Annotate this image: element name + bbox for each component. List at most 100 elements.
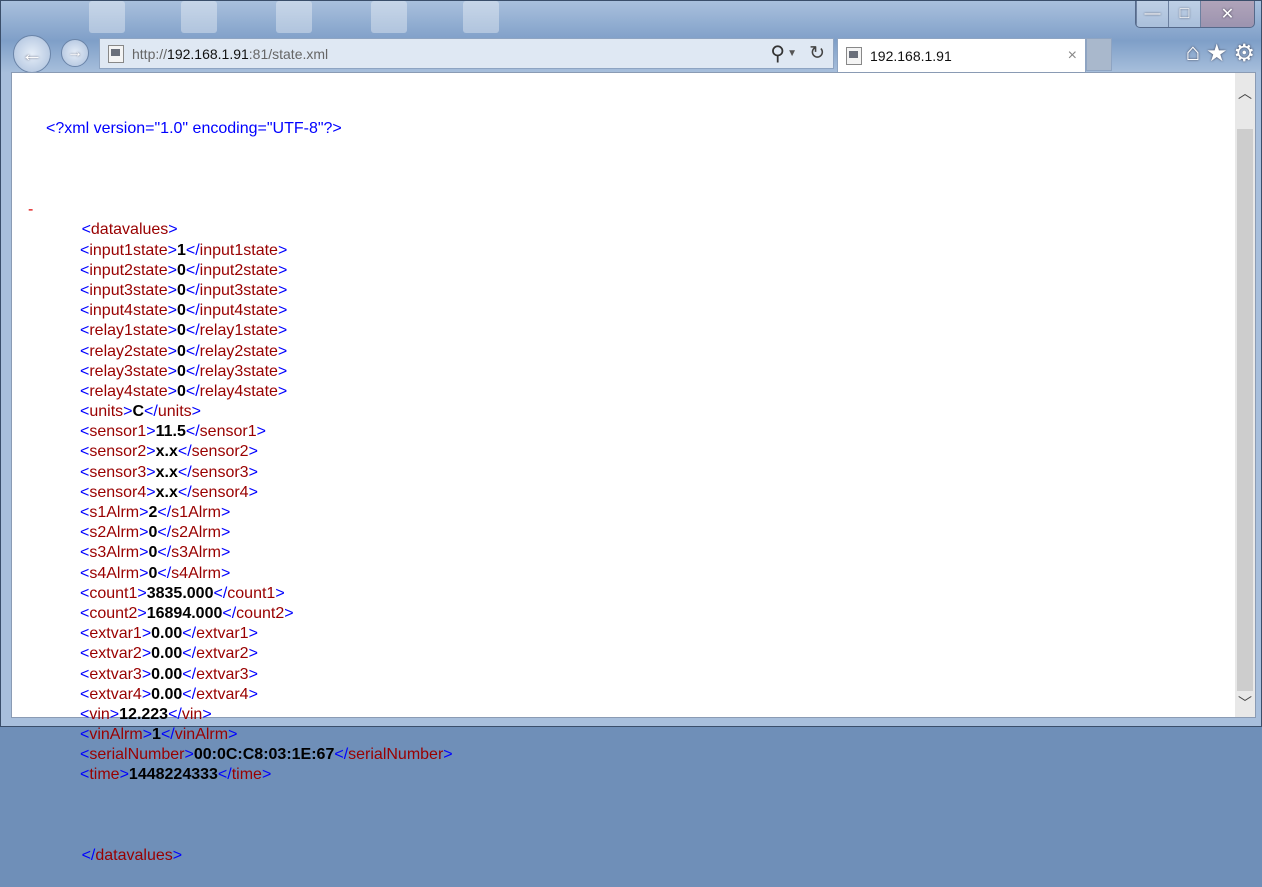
bracket: < [80, 342, 90, 360]
close-tag: input2state [199, 261, 278, 279]
bracket: </ [157, 504, 172, 522]
bracket: > [248, 443, 258, 461]
open-tag: units [89, 403, 124, 421]
element-value: x.x [155, 443, 178, 461]
bracket: > [277, 342, 288, 360]
close-tag: input1state [199, 241, 278, 259]
home-icon[interactable]: ⌂ [1185, 39, 1200, 68]
scrollbar-thumb[interactable] [1237, 129, 1253, 691]
bracket: </ [185, 362, 200, 380]
forward-button[interactable]: → [61, 39, 89, 67]
maximize-button[interactable]: □ [1168, 1, 1200, 27]
bracket: > [167, 281, 177, 299]
xml-element-row: <input2state>0</input2state> [28, 261, 453, 281]
chevron-down-icon[interactable]: ▼ [787, 48, 797, 59]
open-tag: count1 [89, 584, 138, 602]
close-tag: extvar3 [196, 665, 249, 683]
minimize-button[interactable]: — [1136, 1, 1168, 27]
open-tag: input1state [89, 241, 168, 259]
xml-element-row: <sensor2>x.x</sensor2> [28, 442, 453, 462]
bracket: < [80, 322, 90, 340]
taskbar-thumbnail [89, 1, 125, 33]
xml-element-row: <relay2state>0</relay2state> [28, 342, 453, 362]
bracket: </ [185, 281, 200, 299]
open-tag: s3Alrm [89, 544, 140, 562]
star-icon[interactable]: ★ [1206, 39, 1228, 68]
xml-element-row: <s4Alrm>0</s4Alrm> [28, 564, 453, 584]
bracket: > [137, 584, 147, 602]
bracket: </ [185, 261, 200, 279]
bracket: < [80, 625, 90, 643]
bracket: > [146, 483, 156, 501]
xml-element-row: <serialNumber>00:0C:C8:03:1E:67</serialN… [28, 745, 453, 765]
bracket: > [277, 241, 288, 259]
bracket: > [261, 766, 272, 784]
element-value: 0 [176, 302, 186, 320]
root-tag-close: datavalues [95, 847, 173, 865]
address-bar[interactable]: http://192.168.1.91:81/state.xml ⚲ ▼ ↻ [99, 38, 834, 69]
close-window-button[interactable]: ✕ [1200, 1, 1254, 27]
bracket: > [443, 746, 453, 764]
bracket: > [248, 665, 258, 683]
open-tag: extvar3 [89, 665, 142, 683]
open-tag: input3state [89, 281, 168, 299]
arrow-right-icon: → [67, 44, 83, 61]
bracket: > [202, 705, 212, 723]
search-icon[interactable]: ⚲ [770, 41, 785, 66]
gear-icon[interactable]: ⚙ [1233, 39, 1255, 68]
bracket: < [80, 665, 90, 683]
window-controls: — □ ✕ [1135, 1, 1255, 28]
taskbar-thumbnail [371, 1, 407, 33]
xml-element-row: <input3state>0</input3state> [28, 281, 453, 301]
close-tab-icon[interactable]: × [1068, 47, 1077, 65]
close-tag: count2 [236, 604, 285, 622]
close-tag: units [157, 403, 192, 421]
close-tag: vinAlrm [174, 726, 229, 744]
bracket: > [248, 625, 258, 643]
bracket: </ [157, 544, 172, 562]
bracket: </ [177, 443, 192, 461]
open-tag: s4Alrm [89, 564, 140, 582]
bracket: </ [185, 423, 200, 441]
open-tag: relay1state [89, 322, 168, 340]
refresh-icon[interactable]: ↻ [809, 42, 825, 65]
xml-element-row: <vin>12.223</vin> [28, 705, 453, 725]
xml-element-row: <relay4state>0</relay4state> [28, 382, 453, 402]
tab-active[interactable]: 192.168.1.91 × [837, 38, 1086, 72]
bracket: </ [222, 604, 237, 622]
xml-element-row: <vinAlrm>1</vinAlrm> [28, 725, 453, 745]
bracket: </ [185, 322, 200, 340]
scroll-up-icon[interactable]: ︿ [1235, 83, 1255, 103]
bracket: < [80, 746, 90, 764]
close-tag: s1Alrm [171, 504, 221, 522]
xml-element-row: <sensor1>11.5</sensor1> [28, 422, 453, 442]
bracket: < [80, 544, 90, 562]
element-value: 0 [176, 342, 186, 360]
element-value: 0.00 [151, 665, 183, 683]
bracket: > [277, 382, 288, 400]
bracket: </ [157, 564, 172, 582]
xml-root-close: </datavalues> [81, 847, 183, 865]
xml-element-row: <s2Alrm>0</s2Alrm> [28, 523, 453, 543]
collapse-toggle[interactable]: - [28, 200, 33, 220]
open-tag: extvar4 [89, 685, 142, 703]
close-tag: extvar2 [196, 645, 249, 663]
scroll-down-icon[interactable]: ﹀ [1235, 693, 1255, 713]
new-tab-button[interactable] [1086, 38, 1112, 71]
back-button[interactable]: ← [13, 35, 51, 73]
close-tag: count1 [227, 584, 276, 602]
xml-element-row: <extvar4>0.00</extvar4> [28, 685, 453, 705]
bracket: > [228, 726, 238, 744]
url-path: :81/state.xml [248, 45, 329, 62]
close-tag: extvar1 [196, 625, 249, 643]
bracket: </ [160, 726, 175, 744]
bracket: < [80, 766, 90, 784]
vertical-scrollbar[interactable]: ︿ ﹀ [1235, 73, 1255, 717]
tab-title: 192.168.1.91 [870, 47, 952, 64]
open-tag: count2 [89, 604, 138, 622]
page-icon [108, 44, 124, 63]
bracket: </ [217, 766, 232, 784]
bracket: </ [182, 645, 197, 663]
xml-element-row: <time>1448224333</time> [28, 765, 453, 785]
bracket: </ [182, 625, 197, 643]
